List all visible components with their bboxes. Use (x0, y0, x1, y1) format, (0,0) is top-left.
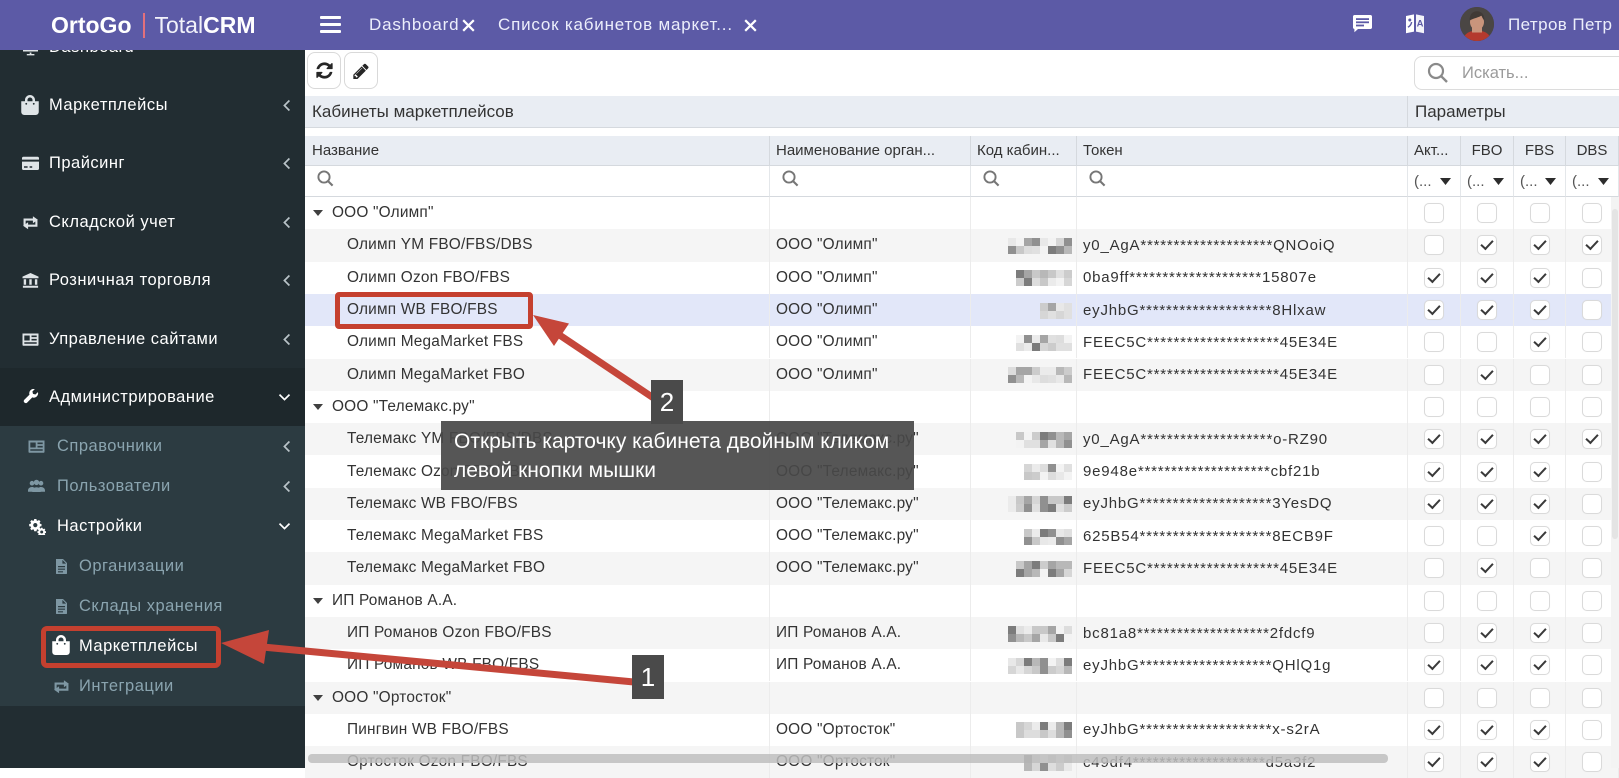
svg-text:A: A (1417, 19, 1424, 30)
